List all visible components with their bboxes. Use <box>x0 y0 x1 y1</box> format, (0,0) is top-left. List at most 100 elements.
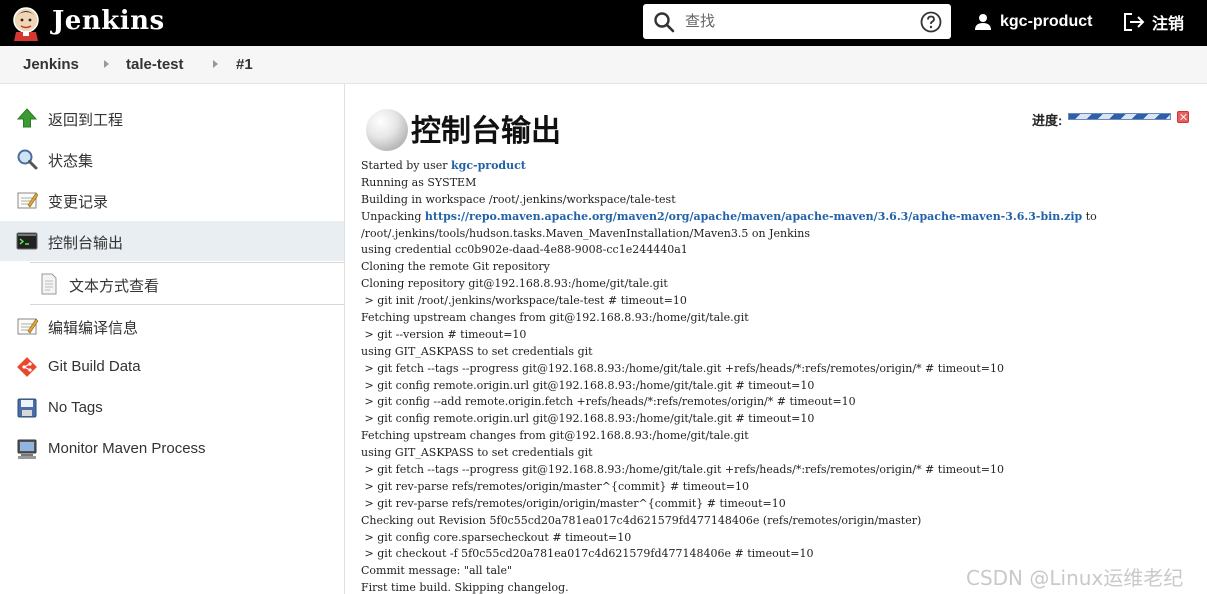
search-box <box>643 4 951 39</box>
stop-build-button[interactable] <box>1177 111 1189 123</box>
console-text: Cloning the remote Git repository <box>361 260 550 274</box>
console-line: > git config core.sparsecheckout # timeo… <box>361 530 1201 547</box>
sidebar-item-git-build-data[interactable]: Git Build Data <box>0 347 344 387</box>
search-input[interactable] <box>685 10 905 32</box>
watermark: CSDN @Linux运维老纪 <box>966 566 1184 590</box>
sidebar-item-label: 编辑编译信息 <box>48 320 139 337</box>
console-text: Commit message: "all tale" <box>361 564 513 578</box>
console-text: > git fetch --tags --progress git@192.16… <box>361 463 1004 477</box>
console-text: First time build. Skipping changelog. <box>361 581 569 594</box>
user-icon <box>975 14 991 30</box>
sidebar-item-label: 返回到工程 <box>48 112 124 129</box>
main-panel: 控制台输出 进度: Started by user kgc-product Run… <box>346 84 1207 594</box>
console-line: > git fetch --tags --progress git@192.16… <box>361 462 1201 479</box>
console-text: > git rev-parse refs/remotes/origin/mast… <box>361 479 749 493</box>
sidebar-item-view-as-plain-text[interactable]: 文本方式查看 <box>0 264 344 304</box>
console-line: using GIT_ASKPASS to set credentials git <box>361 445 1201 462</box>
console-text: using GIT_ASKPASS to set credentials git <box>361 344 593 358</box>
sidebar-item-no-tags[interactable]: No Tags <box>0 388 344 428</box>
console-line: using credential cc0b902e-daad-4e88-9008… <box>361 242 1201 259</box>
sidebar-item-edit-build-info[interactable]: 编辑编译信息 <box>0 306 344 346</box>
top-header: Jenkins kgc-product 注销 <box>0 0 1207 46</box>
brand-name[interactable]: Jenkins <box>52 5 165 37</box>
console-text: Cloning repository git@192.168.8.93:/hom… <box>361 277 668 291</box>
page-title: 控制台输出 <box>411 114 561 149</box>
console-line: Running as SYSTEM <box>361 175 1201 192</box>
console-text: > git config remote.origin.url git@192.1… <box>361 412 815 426</box>
console-text: > git fetch --tags --progress git@192.16… <box>361 361 1004 375</box>
logout-link[interactable]: 注销 <box>1124 10 1184 34</box>
build-status-ball-icon <box>366 109 408 151</box>
search-icon <box>17 149 38 170</box>
console-text: Fetching upstream changes from git@192.1… <box>361 311 749 325</box>
console-line: using GIT_ASKPASS to set credentials git <box>361 344 1201 361</box>
sidebar-item-back-to-project[interactable]: 返回到工程 <box>0 98 344 138</box>
git-icon <box>17 357 37 377</box>
document-icon <box>41 273 57 295</box>
save-icon <box>17 398 37 418</box>
breadcrumb-build[interactable]: #1 <box>236 56 253 73</box>
sidebar-item-changes[interactable]: 变更记录 <box>0 180 344 220</box>
progress-label: 进度: <box>1032 113 1063 128</box>
sidebar-item-console-output[interactable]: 控制台输出 <box>0 221 344 261</box>
breadcrumb: Jenkins tale-test #1 <box>0 46 1207 84</box>
sidebar-item-status[interactable]: 状态集 <box>0 139 344 179</box>
console-text: Building in workspace /root/.jenkins/wor… <box>361 192 676 206</box>
console-text: Running as SYSTEM <box>361 175 477 189</box>
sidebar-item-monitor-maven-process[interactable]: Monitor Maven Process <box>0 429 344 469</box>
console-line: > git --version # timeout=10 <box>361 327 1201 344</box>
console-text: using credential cc0b902e-daad-4e88-9008… <box>361 243 688 257</box>
console-link[interactable]: kgc-product <box>451 159 526 172</box>
logout-icon <box>1124 13 1145 31</box>
help-icon[interactable] <box>920 11 942 33</box>
console-line: Cloning repository git@192.168.8.93:/hom… <box>361 276 1201 293</box>
console-line: > git rev-parse refs/remotes/origin/orig… <box>361 496 1201 513</box>
console-text: > git rev-parse refs/remotes/origin/orig… <box>361 496 786 510</box>
console-text: > git config --add remote.origin.fetch +… <box>361 395 856 409</box>
sidebar-divider <box>30 262 344 263</box>
logout-label: 注销 <box>1152 16 1185 33</box>
console-text: > git config core.sparsecheckout # timeo… <box>361 530 632 544</box>
terminal-icon <box>16 232 38 250</box>
console-text: Fetching upstream changes from git@192.1… <box>361 429 749 443</box>
console-line: Fetching upstream changes from git@192.1… <box>361 310 1201 327</box>
notepad-icon <box>17 192 38 209</box>
console-text: > git checkout -f 5f0c55cd20a781ea017c4d… <box>361 547 814 561</box>
jenkins-logo-icon[interactable] <box>10 5 42 41</box>
sidebar-item-label: 状态集 <box>48 153 94 170</box>
breadcrumb-chevron-icon[interactable] <box>104 60 109 68</box>
console-line: Cloning the remote Git repository <box>361 259 1201 276</box>
console-text: Checking out Revision 5f0c55cd20a781ea01… <box>361 513 922 527</box>
sidebar-item-label: Git Build Data <box>48 358 141 375</box>
console-text: to <box>1082 209 1097 223</box>
console-line: > git config remote.origin.url git@192.1… <box>361 378 1201 395</box>
computer-icon <box>17 439 37 459</box>
user-name: kgc-product <box>1000 13 1093 30</box>
console-line: > git config remote.origin.url git@192.1… <box>361 411 1201 428</box>
console-text: /root/.jenkins/tools/hudson.tasks.Maven_… <box>361 226 810 240</box>
breadcrumb-job[interactable]: tale-test <box>126 56 184 73</box>
sidebar-item-label: No Tags <box>48 399 103 416</box>
search-icon <box>654 12 675 33</box>
console-line: Unpacking https://repo.maven.apache.org/… <box>361 209 1201 226</box>
console-text: Unpacking <box>361 209 425 223</box>
notepad-icon <box>17 318 38 335</box>
console-text: > git config remote.origin.url git@192.1… <box>361 378 815 392</box>
console-text: > git --version # timeout=10 <box>361 327 527 341</box>
console-link[interactable]: https://repo.maven.apache.org/maven2/org… <box>425 210 1082 223</box>
sidebar-item-label: Monitor Maven Process <box>48 440 206 457</box>
build-progress-bar[interactable] <box>1068 113 1171 120</box>
console-line: > git init /root/.jenkins/workspace/tale… <box>361 293 1201 310</box>
user-link[interactable]: kgc-product <box>974 10 1092 34</box>
sidebar-divider <box>30 304 344 305</box>
sidebar-item-label: 控制台输出 <box>48 235 124 252</box>
breadcrumb-chevron-icon[interactable] <box>213 60 218 68</box>
console-text: > git init /root/.jenkins/workspace/tale… <box>361 294 687 308</box>
console-line: > git rev-parse refs/remotes/origin/mast… <box>361 479 1201 496</box>
console-line: Checking out Revision 5f0c55cd20a781ea01… <box>361 513 1201 530</box>
breadcrumb-jenkins[interactable]: Jenkins <box>23 56 79 73</box>
console-line: /root/.jenkins/tools/hudson.tasks.Maven_… <box>361 226 1201 243</box>
sidebar-item-label: 文本方式查看 <box>69 278 160 295</box>
console-line: > git fetch --tags --progress git@192.16… <box>361 361 1201 378</box>
side-panel: 返回到工程 状态集 变更记录 控制台输出 文本方式查看 编辑编译信息 Git B… <box>0 84 345 594</box>
